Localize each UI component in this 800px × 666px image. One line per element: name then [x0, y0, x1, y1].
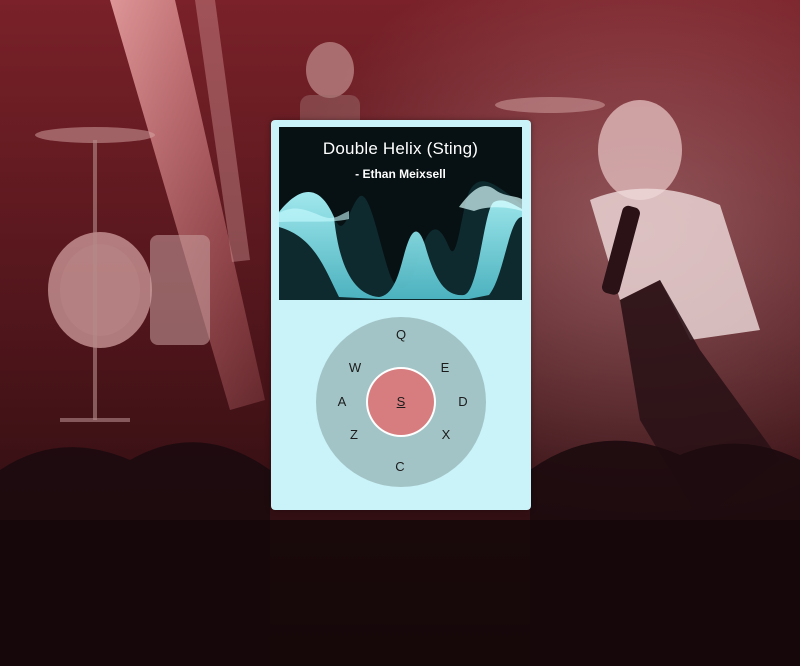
music-player: Double Helix (Sting) - Ethan Meixsell Q … [271, 120, 531, 510]
key-a-button[interactable]: A [332, 392, 352, 412]
page: Double Helix (Sting) - Ethan Meixsell Q … [0, 0, 800, 666]
song-title: Double Helix (Sting) [322, 139, 479, 158]
player-screen: Double Helix (Sting) - Ethan Meixsell [279, 127, 522, 300]
key-z-button[interactable]: Z [344, 425, 364, 445]
key-x-button[interactable]: X [436, 425, 456, 445]
key-e-button[interactable]: E [435, 358, 455, 378]
key-d-button[interactable]: D [453, 392, 473, 412]
key-w-button[interactable]: W [345, 358, 365, 378]
click-wheel[interactable]: Q E D X C Z A W S [316, 317, 486, 487]
key-q-button[interactable]: Q [391, 325, 411, 345]
center-s-button[interactable]: S [368, 369, 434, 435]
song-artist: - Ethan Meixsell [355, 167, 446, 181]
key-c-button[interactable]: C [390, 457, 410, 477]
